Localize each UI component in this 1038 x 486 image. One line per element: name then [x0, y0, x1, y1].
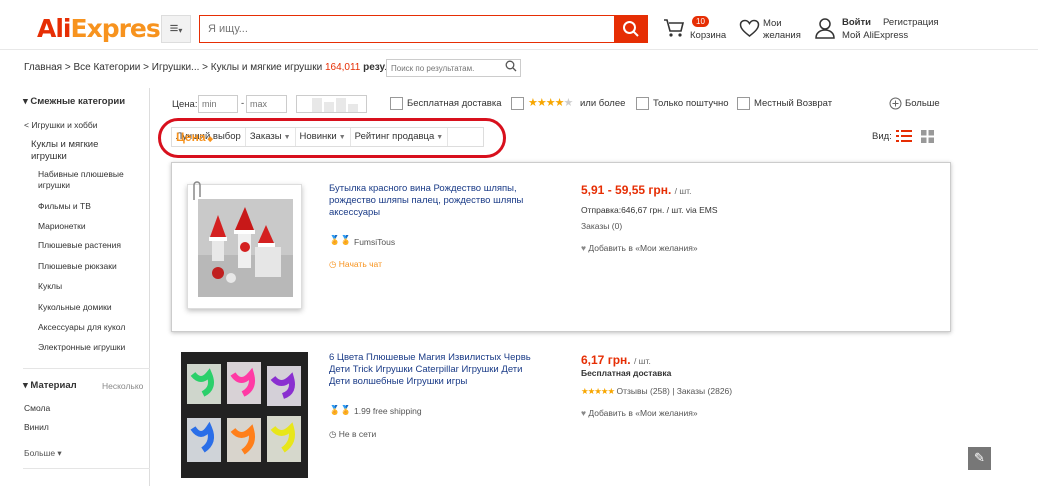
user-icon[interactable]	[814, 17, 836, 39]
sidebar-item[interactable]: Плюшевые растения	[38, 240, 121, 251]
price-dash: -	[241, 98, 245, 109]
histogram-bar	[348, 104, 358, 112]
material-item[interactable]: Винил	[24, 422, 49, 433]
heart-icon: ♥	[581, 243, 587, 253]
material-more-link[interactable]: Больше ▾	[24, 448, 62, 459]
sidebar-item[interactable]: Аксессуары для кукол	[38, 322, 125, 333]
sidebar-item[interactable]: Кукольные домики	[38, 302, 112, 313]
search-within-results-input[interactable]	[386, 59, 521, 77]
current-category: Куклы и мягкие игрушки	[31, 139, 99, 162]
material-heading[interactable]: ▾ Материал	[23, 380, 77, 391]
heart-icon: ♥	[581, 408, 587, 418]
search-icon[interactable]	[505, 60, 517, 72]
result-count: 164,011	[324, 62, 361, 73]
orders-count[interactable]: Заказы (0)	[581, 221, 622, 231]
heart-icon[interactable]	[739, 19, 760, 38]
divider	[23, 368, 150, 369]
breadcrumb-path[interactable]: Главная > Все Категории > Игрушки... > К…	[24, 62, 322, 73]
breadcrumb: Главная > Все Категории > Игрушки... > К…	[24, 62, 433, 73]
price-histogram[interactable]	[296, 95, 367, 113]
paperclip-icon	[193, 181, 201, 200]
sidebar-item[interactable]: Плюшевые рюкзаки	[38, 261, 117, 272]
rating-label: или более	[580, 98, 626, 109]
add-to-wishlist-link[interactable]: ♥ Добавить в «Мои желания»	[581, 243, 698, 253]
register-link[interactable]: Регистрация	[883, 17, 939, 29]
product-title[interactable]: Бутылка красного вина Рождество шляпы, ро…	[329, 183, 523, 219]
rating-reviews-orders[interactable]: ★★★★★ Отзывы (258) | Заказы (2826)	[581, 386, 732, 397]
seller-medal-icon: 🏅🏅	[329, 405, 352, 415]
cart-icon[interactable]	[663, 18, 685, 38]
price-max-input[interactable]	[246, 95, 287, 113]
sidebar-item[interactable]: Набивные плюшевые игрушки	[38, 169, 124, 191]
sidebar: ▾ Смежные категории < Игрушки и хобби Ку…	[23, 88, 150, 486]
single-only-label: Только поштучно	[653, 98, 729, 109]
more-filters-link[interactable]: Больше	[905, 98, 940, 109]
cart-count-badge: 10	[692, 16, 709, 27]
rating-checkbox[interactable]	[511, 97, 524, 110]
free-shipping-label: Бесплатная доставка	[407, 98, 502, 109]
my-aliexpress-link[interactable]: Мой AliExpress	[842, 30, 908, 42]
seller-status: ◷ Не в сети	[329, 429, 377, 439]
add-to-wishlist-link[interactable]: ♥ Добавить в «Мои желания»	[581, 408, 698, 418]
search-button[interactable]	[614, 15, 648, 43]
aliexpress-logo[interactable]: AliExpress™	[37, 14, 181, 43]
red-highlight-annotation	[158, 118, 506, 158]
product-price: 6,17 грн. / шт.	[581, 353, 651, 367]
free-shipping-checkbox[interactable]	[390, 97, 403, 110]
edit-pencil-button[interactable]: ✎	[968, 447, 991, 470]
material-item[interactable]: Смола	[24, 403, 50, 414]
material-multi-select[interactable]: Несколько	[102, 381, 143, 392]
search-icon	[623, 21, 639, 37]
divider	[23, 468, 150, 469]
product-title[interactable]: 6 Цвета Плюшевые Магия Извилистых Червь Д…	[329, 352, 531, 388]
rating-stars-icon: ★★★★★	[581, 386, 615, 396]
search-input[interactable]	[199, 15, 615, 43]
cart-label[interactable]: Корзина	[690, 30, 726, 42]
login-link[interactable]: Войти	[842, 17, 871, 29]
single-only-checkbox[interactable]	[636, 97, 649, 110]
rating-stars-icon: ★★★★★	[528, 97, 573, 109]
sidebar-item[interactable]: Марионетки	[38, 221, 86, 232]
product-price: 5,91 - 59,55 грн. / шт.	[581, 183, 692, 197]
pencil-icon: ✎	[974, 450, 985, 465]
histogram-bar	[324, 102, 334, 112]
product-image[interactable]	[181, 352, 308, 478]
parent-category-link[interactable]: < Игрушки и хобби	[24, 120, 98, 131]
seller-medal-icon: 🏅🏅	[329, 235, 352, 245]
shipping-info: Бесплатная доставка	[581, 368, 672, 378]
seller-info[interactable]: 1.99 free shipping	[354, 406, 422, 416]
start-chat-link[interactable]: ◷ Начать чат	[329, 259, 382, 270]
sidebar-item[interactable]: Электронные игрушки	[38, 342, 125, 353]
local-return-checkbox[interactable]	[737, 97, 750, 110]
plus-circle-icon[interactable]	[889, 97, 902, 110]
product-image[interactable]	[187, 184, 302, 309]
site-header: AliExpress™ ≡▾ 10 Корзина Моижелания Вой…	[0, 0, 1038, 50]
seller-name[interactable]: FumsiTous	[354, 237, 395, 247]
local-return-label: Местный Возврат	[754, 98, 833, 109]
sidebar-item[interactable]: Фильмы и ТВ	[38, 201, 91, 212]
related-categories-heading[interactable]: ▾ Смежные категории	[23, 96, 125, 107]
grid-view-icon[interactable]	[921, 130, 934, 143]
price-label: Цена:	[172, 99, 198, 110]
price-min-input[interactable]	[198, 95, 238, 113]
view-label: Вид:	[872, 131, 892, 142]
list-view-icon[interactable]	[896, 129, 912, 143]
histogram-bar	[336, 98, 346, 112]
wishlist-label[interactable]: Мои желания	[763, 18, 801, 42]
shipping-info: Отправка:646,67 грн. / шт. via EMS	[581, 205, 718, 215]
category-menu-button[interactable]: ≡▾	[161, 15, 191, 43]
sidebar-item[interactable]: Куклы	[38, 281, 62, 292]
histogram-bar	[312, 98, 322, 112]
